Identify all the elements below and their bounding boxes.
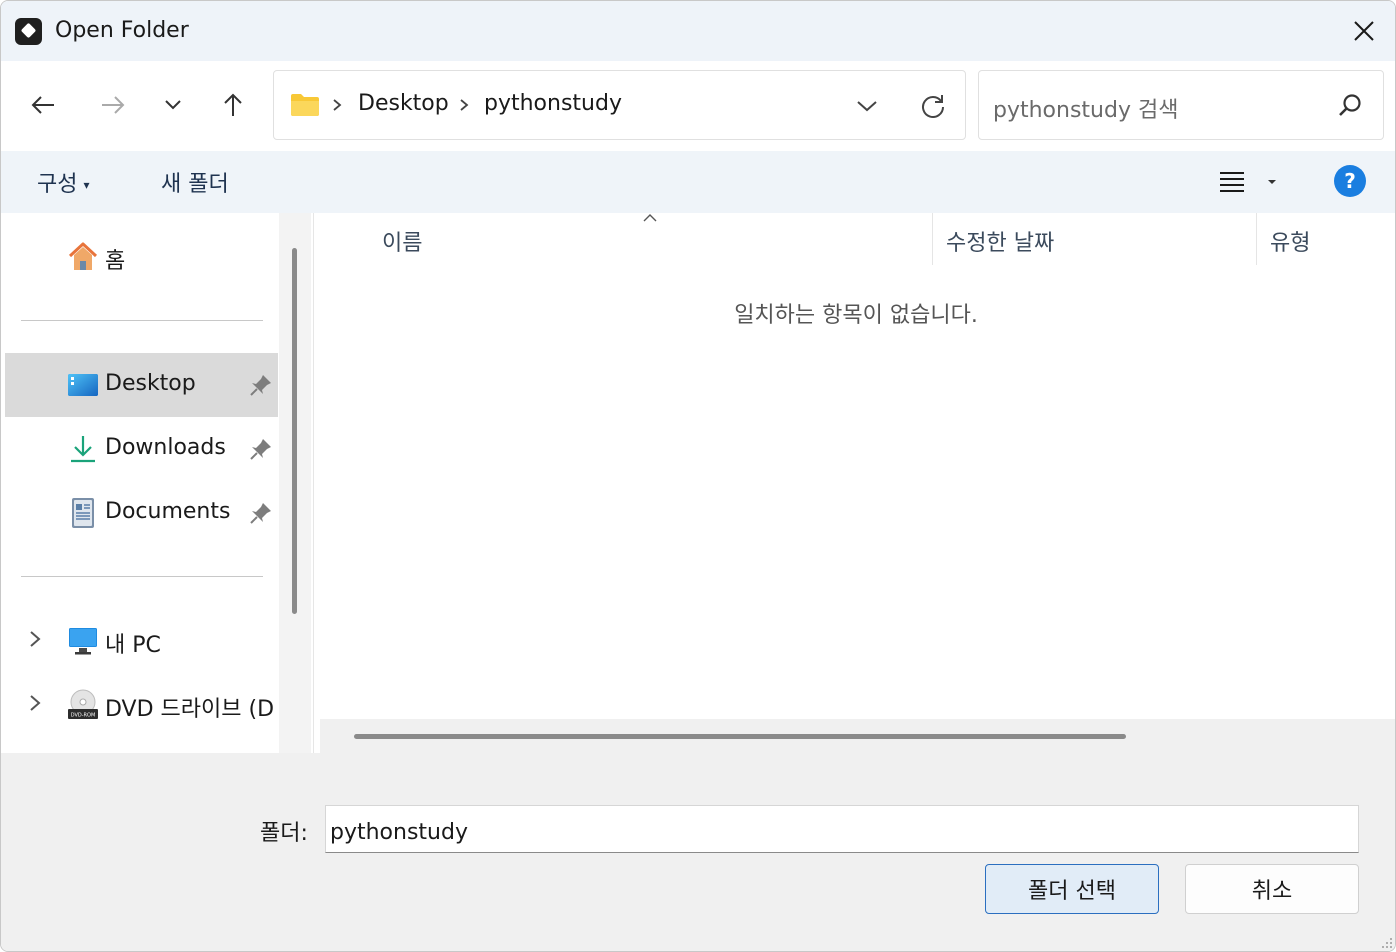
desktop-icon [68, 374, 98, 396]
close-icon [1354, 21, 1374, 41]
chevron-right-icon[interactable] [27, 693, 43, 713]
column-header-name[interactable]: 이름 [382, 225, 422, 257]
arrow-left-icon [31, 96, 54, 114]
chevron-down-icon [165, 100, 181, 110]
refresh-button[interactable] [916, 89, 950, 123]
dvd-drive-icon: DVD-ROM [68, 689, 98, 719]
organize-menu-button[interactable]: 구성 ▾ [37, 166, 90, 198]
horizontal-scrollbar-thumb[interactable] [354, 734, 1126, 739]
sidebar-item-documents[interactable]: Documents [5, 481, 278, 545]
column-header-type[interactable]: 유형 [1270, 225, 1310, 257]
chevron-right-icon[interactable] [27, 629, 43, 649]
caret-down-icon: ▾ [83, 178, 90, 192]
folder-field-label: 폴더: [260, 821, 308, 846]
list-view-icon [1220, 172, 1244, 192]
search-icon [1339, 94, 1361, 116]
monitor-icon [69, 628, 97, 655]
svg-text:DVD-ROM: DVD-ROM [71, 713, 96, 719]
help-button[interactable]: ? [1334, 165, 1366, 197]
address-bar[interactable]: Desktop pythonstudy [273, 70, 966, 140]
close-button[interactable] [1331, 1, 1395, 61]
chevron-down-icon [857, 101, 877, 112]
navigation-row: Desktop pythonstudy pythonstudy 검색 [1, 61, 1395, 151]
sidebar-item-label: 홈 [105, 249, 126, 274]
file-list-pane[interactable]: 이름 수정한 날짜 유형 일치하는 항목이 없습니다. [313, 213, 1395, 753]
caret-down-icon [1268, 180, 1276, 184]
window-title: Open Folder [55, 18, 189, 43]
forward-button[interactable] [93, 85, 133, 125]
documents-icon [72, 498, 94, 528]
column-divider[interactable] [1256, 213, 1257, 265]
command-bar: 구성 ▾ 새 폴더 ? [1, 151, 1395, 213]
back-button[interactable] [23, 85, 63, 125]
column-header-date-modified[interactable]: 수정한 날짜 [946, 225, 1054, 257]
download-icon [71, 436, 95, 463]
sidebar-item-desktop[interactable]: Desktop [5, 353, 278, 417]
search-placeholder: pythonstudy 검색 [993, 98, 1179, 123]
sidebar-divider [21, 576, 263, 577]
app-icon [15, 18, 42, 45]
sidebar-item-label: Desktop [105, 371, 196, 396]
arrow-right-icon [102, 96, 125, 114]
sidebar-item-this-pc[interactable]: 내 PC [5, 609, 278, 673]
view-options-button[interactable] [1219, 165, 1289, 199]
sidebar-item-dvd-drive[interactable]: DVD-ROM DVD 드라이브 (D [5, 673, 278, 737]
sidebar-item-label: Downloads [105, 435, 226, 460]
breadcrumb-separator-icon [333, 99, 342, 111]
sidebar-item-label: 내 PC [105, 633, 161, 658]
breadcrumb-pythonstudy[interactable]: pythonstudy [484, 91, 622, 116]
sidebar-item-downloads[interactable]: Downloads [5, 417, 278, 481]
resize-grip-icon[interactable] [1379, 935, 1393, 949]
up-button[interactable] [213, 85, 253, 125]
folder-icon [291, 94, 319, 116]
sidebar-item-label: Documents [105, 499, 231, 524]
refresh-icon [922, 95, 944, 118]
breadcrumb-desktop[interactable]: Desktop [358, 91, 449, 116]
cancel-button[interactable]: 취소 [1185, 864, 1359, 914]
column-divider[interactable] [932, 213, 933, 265]
sidebar-item-home[interactable]: 홈 [5, 225, 278, 289]
organize-label: 구성 [37, 172, 78, 197]
open-folder-dialog: Open Folder Desktop pythonstudy pythonst… [0, 0, 1396, 952]
pin-icon [250, 375, 271, 396]
navigation-pane: 홈 Desktop Downloads Documents 내 PC DVD-R… [1, 213, 311, 753]
pin-icon [250, 439, 271, 460]
recent-locations-button[interactable] [153, 85, 193, 125]
search-input[interactable]: pythonstudy 검색 [978, 70, 1384, 140]
sort-ascending-icon [643, 214, 657, 222]
address-history-button[interactable] [852, 91, 882, 121]
breadcrumb-separator-icon [460, 99, 469, 111]
sidebar-item-label: DVD 드라이브 (D [105, 697, 275, 722]
title-bar: Open Folder [1, 1, 1395, 61]
pin-icon [250, 503, 271, 524]
sidebar-scrollbar-thumb[interactable] [292, 248, 297, 614]
sidebar-divider [21, 320, 263, 321]
home-icon [68, 242, 98, 270]
empty-state-message: 일치하는 항목이 없습니다. [734, 303, 978, 328]
new-folder-button[interactable]: 새 폴더 [161, 166, 229, 198]
arrow-up-icon [224, 93, 242, 116]
folder-name-field[interactable] [325, 805, 1359, 853]
select-folder-button[interactable]: 폴더 선택 [985, 864, 1159, 914]
dialog-footer: 폴더: 폴더 선택 취소 [1, 753, 1395, 951]
